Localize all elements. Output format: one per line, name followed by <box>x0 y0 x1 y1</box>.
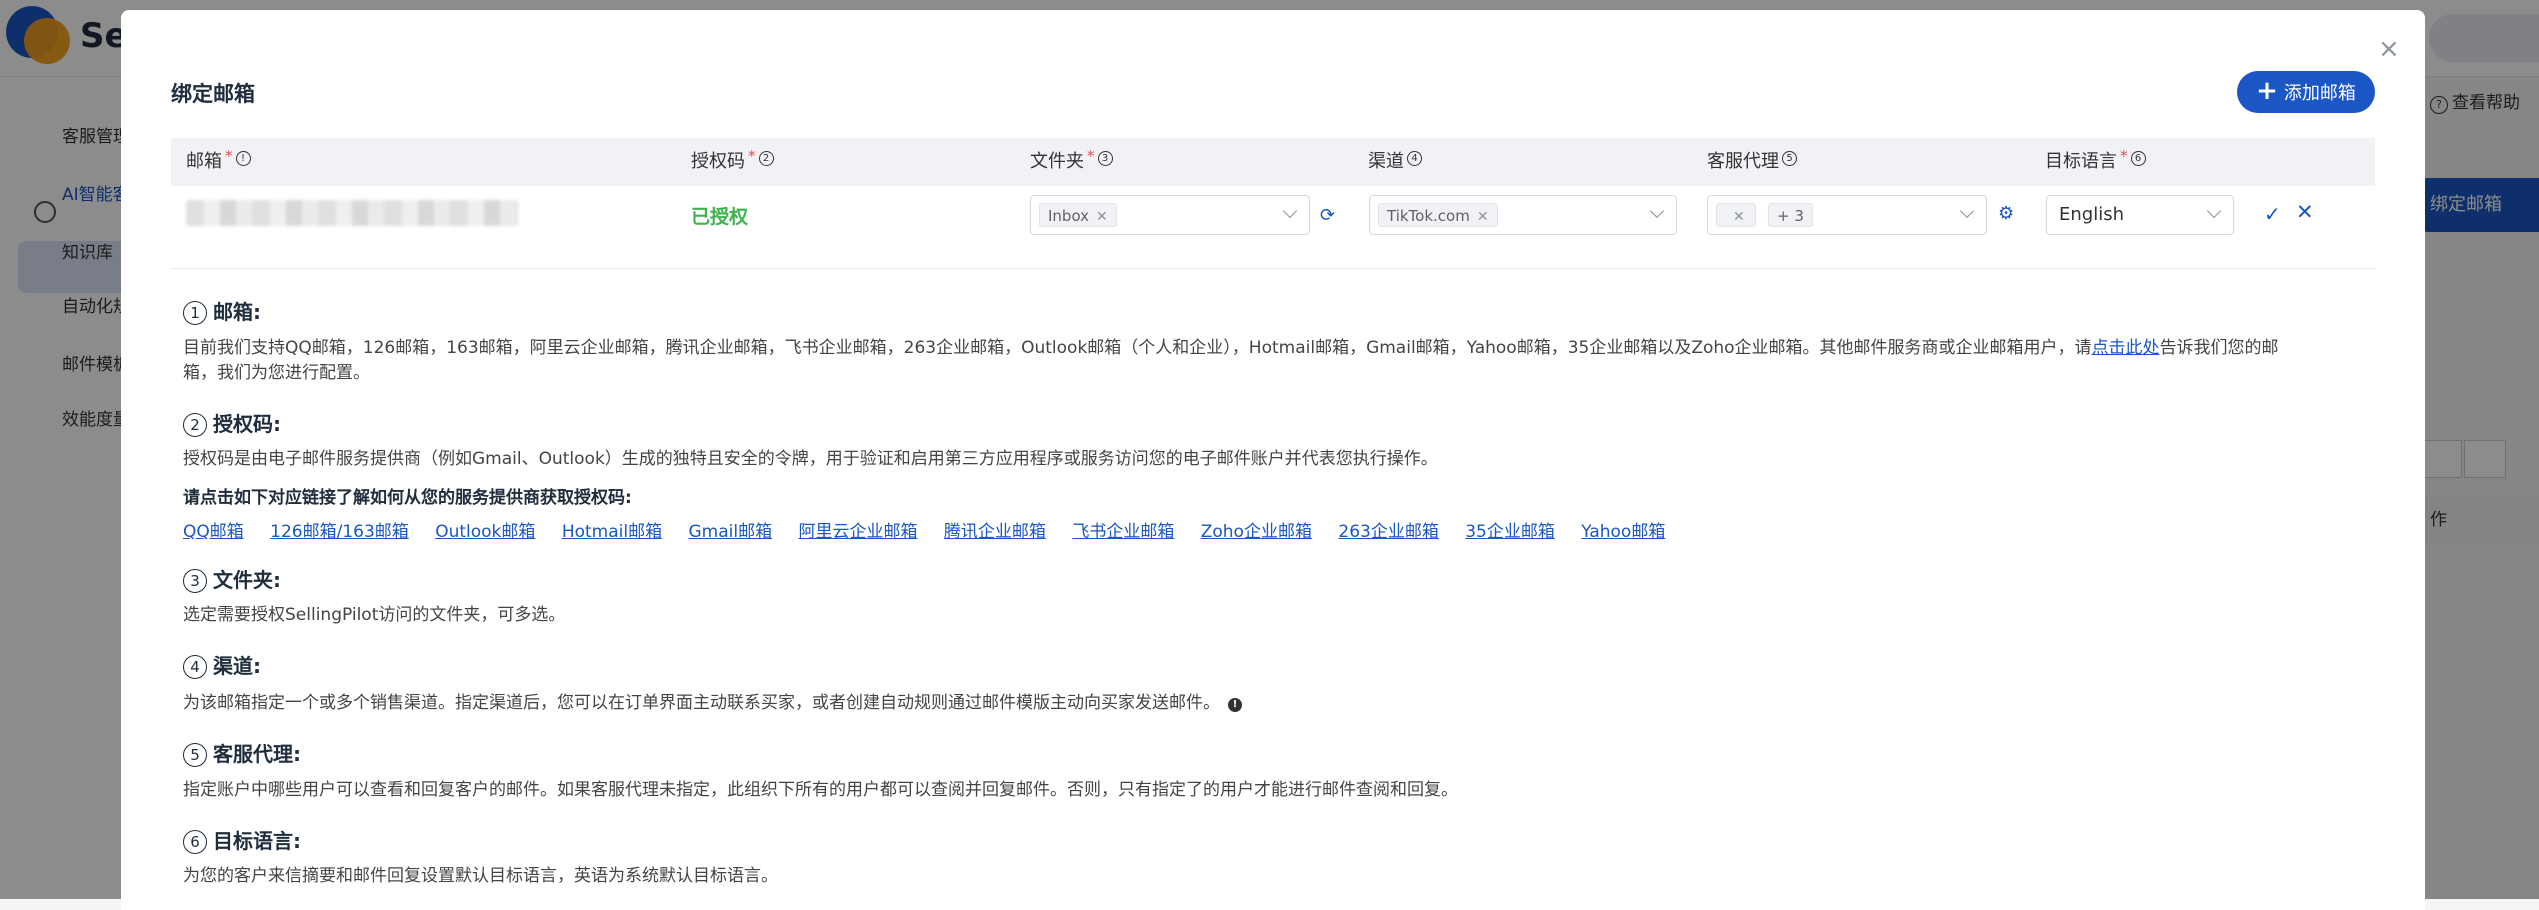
agent-select[interactable]: ✕ + 3 <box>1707 195 1987 235</box>
close-icon[interactable]: × <box>2378 34 2400 64</box>
col-target-language: 目标语言 * 6 <box>2045 138 2146 186</box>
add-email-button[interactable]: + 添加邮箱 <box>2237 71 2375 113</box>
col-agent: 客服代理 5 <box>1707 138 1797 186</box>
chevron-down-icon <box>1649 203 1665 219</box>
link-yahoo[interactable]: Yahoo邮箱 <box>1581 522 1665 542</box>
tag-close-icon[interactable]: ✕ <box>1096 209 1108 225</box>
tag-close-icon[interactable]: ✕ <box>1733 209 1745 225</box>
link-126-163[interactable]: 126邮箱/163邮箱 <box>270 522 409 542</box>
help-num-icon[interactable]: 6 <box>2130 151 2146 166</box>
link-35[interactable]: 35企业邮箱 <box>1465 522 1555 542</box>
refresh-icon[interactable]: ⟳ <box>1320 205 1335 226</box>
link-zoho[interactable]: Zoho企业邮箱 <box>1201 522 1312 542</box>
click-here-link[interactable]: 点击此处 <box>2092 338 2160 358</box>
email-address-redacted <box>186 200 518 226</box>
link-qq[interactable]: QQ邮箱 <box>183 522 244 542</box>
agent-more-tag: + 3 <box>1768 203 1813 227</box>
plus-icon: + <box>2256 75 2278 106</box>
help-num-icon[interactable]: 3 <box>1097 151 1113 166</box>
col-auth-code: 授权码 * 2 <box>691 138 774 186</box>
section-auth-title: 2 授权码: <box>183 408 281 437</box>
section-folder-text: 选定需要授权SellingPilot访问的文件夹，可多选。 <box>183 605 566 625</box>
link-gmail[interactable]: Gmail邮箱 <box>689 522 773 542</box>
help-num-icon[interactable]: 2 <box>758 151 774 166</box>
section-auth-bold: 请点击如下对应链接了解如何从您的服务提供商获取授权码: <box>183 488 632 508</box>
folder-tag: Inbox ✕ <box>1039 203 1117 227</box>
auth-status: 已授权 <box>691 206 749 228</box>
provider-links: QQ邮箱 126邮箱/163邮箱 Outlook邮箱 Hotmail邮箱 Gma… <box>183 517 1686 542</box>
section-email-text: 目前我们支持QQ邮箱，126邮箱，163邮箱，阿里云企业邮箱，腾讯企业邮箱，飞书… <box>183 338 2279 358</box>
info-icon[interactable]: ! <box>235 151 251 166</box>
link-aliyun[interactable]: 阿里云企业邮箱 <box>799 522 918 542</box>
section-auth-text: 授权码是由电子邮件服务提供商（例如Gmail、Outlook）生成的独特且安全的… <box>183 449 1438 469</box>
add-email-label: 添加邮箱 <box>2283 83 2356 104</box>
link-hotmail[interactable]: Hotmail邮箱 <box>562 522 662 542</box>
section-agent-title: 5 客服代理: <box>183 738 301 767</box>
section-email-text-2: 箱，我们为您进行配置。 <box>183 363 370 383</box>
chevron-down-icon <box>1959 203 1975 219</box>
help-num-icon[interactable]: 5 <box>1782 151 1797 166</box>
col-folder: 文件夹 * 3 <box>1030 138 1113 186</box>
section-channel-title: 4 渠道: <box>183 650 261 679</box>
chevron-down-icon <box>1282 203 1298 219</box>
link-263[interactable]: 263企业邮箱 <box>1338 522 1438 542</box>
folder-select[interactable]: Inbox ✕ <box>1030 195 1310 235</box>
section-language-text: 为您的客户来信摘要和邮件回复设置默认目标语言，英语为系统默认目标语言。 <box>183 866 778 886</box>
info-icon[interactable]: ! <box>1228 698 1242 712</box>
modal-title: 绑定邮箱 <box>171 82 255 106</box>
section-language-title: 6 目标语言: <box>183 825 301 854</box>
col-channel: 渠道 4 <box>1368 138 1422 186</box>
section-agent-text: 指定账户中哪些用户可以查看和回复客户的邮件。如果客服代理未指定，此组织下所有的用… <box>183 780 1458 800</box>
link-outlook[interactable]: Outlook邮箱 <box>435 522 535 542</box>
help-num-icon[interactable]: 4 <box>1407 151 1422 166</box>
channel-tag: TikTok.com ✕ <box>1378 203 1498 227</box>
close-row-icon[interactable]: ✕ <box>2296 200 2314 224</box>
section-folder-title: 3 文件夹: <box>183 564 281 593</box>
table-header: 邮箱 *! 授权码 * 2 文件夹 * 3 渠道 4 客服代理 5 目标语言 * 6 <box>171 138 2375 186</box>
section-email-title: 1 邮箱: <box>183 296 261 325</box>
row-divider <box>171 268 2375 269</box>
chevron-down-icon <box>2206 203 2222 219</box>
agent-tag: ✕ <box>1716 203 1756 227</box>
gear-icon[interactable]: ⚙ <box>1998 203 2014 224</box>
link-feishu[interactable]: 飞书企业邮箱 <box>1072 522 1174 542</box>
section-channel-text: 为该邮箱指定一个或多个销售渠道。指定渠道后，您可以在订单界面主动联系买家，或者创… <box>183 691 1242 716</box>
link-tencent[interactable]: 腾讯企业邮箱 <box>944 522 1046 542</box>
tag-close-icon[interactable]: ✕ <box>1477 209 1489 225</box>
check-icon[interactable]: ✓ <box>2264 202 2281 226</box>
language-select[interactable]: English <box>2046 195 2234 235</box>
channel-select[interactable]: TikTok.com ✕ <box>1369 195 1677 235</box>
language-value: English <box>2059 204 2124 225</box>
col-email: 邮箱 *! <box>186 138 251 186</box>
